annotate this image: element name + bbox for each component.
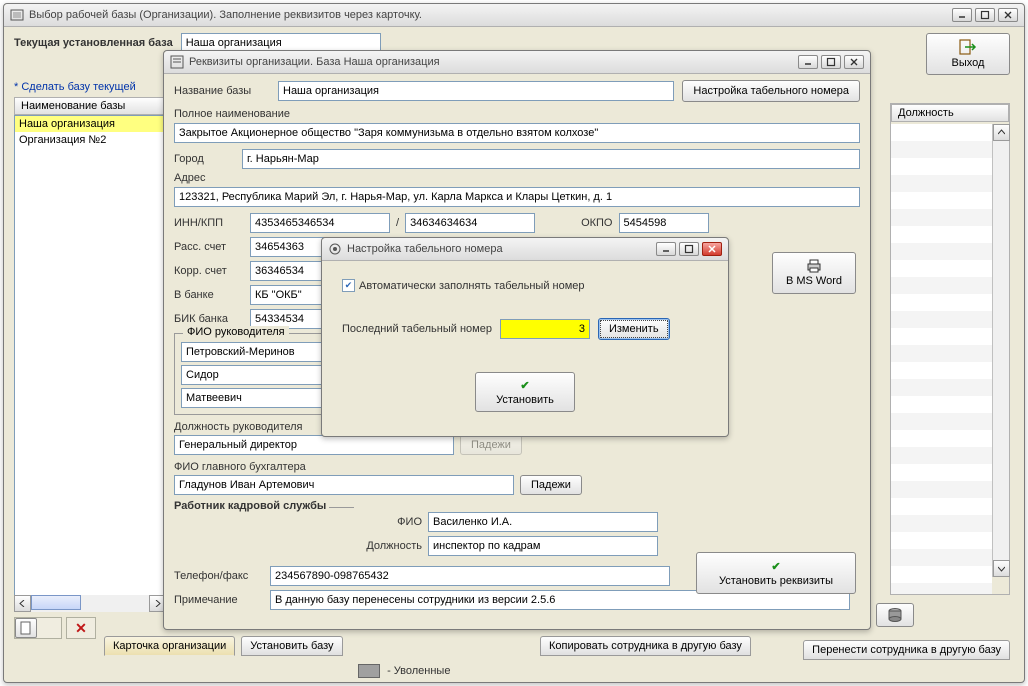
minimize-button[interactable]: [952, 8, 972, 22]
current-base-label: Текущая установленная база: [14, 37, 173, 49]
hr-fio-field[interactable]: Василенко И.А.: [428, 512, 658, 532]
close-button[interactable]: [702, 242, 722, 256]
hr-legend: Работник кадровой службы: [174, 500, 329, 512]
list-item[interactable]: Организация №2: [15, 132, 163, 148]
check-icon: ✔: [771, 560, 780, 573]
hr-pos-field[interactable]: инспектор по кадрам: [428, 536, 658, 556]
rs-label: Расс. счет: [174, 241, 244, 253]
base-name-label: Название базы: [174, 85, 270, 97]
head-position-field[interactable]: Генеральный директор: [174, 435, 454, 455]
padezhi-button-1[interactable]: Падежи: [460, 435, 522, 455]
scroll-down-button[interactable]: [993, 560, 1010, 577]
tabnum-settings-button[interactable]: Настройка табельного номера: [682, 80, 860, 102]
address-field[interactable]: 123321, Республика Марий Эл, г. Нарья-Ма…: [174, 187, 860, 207]
head-name-field[interactable]: Сидор: [181, 365, 331, 385]
phone-label: Телефон/факс: [174, 570, 264, 582]
scroll-left-button[interactable]: [14, 595, 31, 612]
last-tabnum-field[interactable]: 3: [500, 319, 590, 339]
check-icon: ✔: [520, 379, 529, 392]
new-button[interactable]: [15, 618, 37, 638]
full-name-label: Полное наименование: [174, 108, 860, 120]
close-button[interactable]: [844, 55, 864, 69]
msword-label: В MS Word: [786, 275, 842, 287]
change-button[interactable]: Изменить: [598, 318, 670, 340]
settings-icon: [328, 242, 342, 256]
rs-field[interactable]: 34654363: [250, 237, 330, 257]
city-label: Город: [174, 153, 234, 165]
hr-fio-label: ФИО: [350, 516, 422, 528]
grid-body[interactable]: [891, 124, 992, 594]
list-item[interactable]: Наша организация: [15, 116, 163, 132]
app-icon: [10, 8, 24, 22]
note-label: Примечание: [174, 594, 264, 606]
bank-label: В банке: [174, 289, 244, 301]
tabnum-dialog: Настройка табельного номера Автоматическ…: [321, 237, 729, 437]
chief-acc-field[interactable]: Гладунов Иван Артемович: [174, 475, 514, 495]
city-field[interactable]: г. Нарьян-Мар: [242, 149, 860, 169]
scroll-up-button[interactable]: [993, 124, 1010, 141]
main-title: Выбор рабочей базы (Организации). Заполн…: [29, 9, 952, 21]
auto-fill-checkbox[interactable]: Автоматически заполнять табельный номер: [342, 279, 708, 292]
last-tabnum-label: Последний табельный номер: [342, 323, 492, 335]
okpo-field[interactable]: 5454598: [619, 213, 709, 233]
address-label: Адрес: [174, 172, 860, 184]
close-button[interactable]: [998, 8, 1018, 22]
inn-field[interactable]: 4353465346534: [250, 213, 390, 233]
minimize-button[interactable]: [798, 55, 818, 69]
maximize-button[interactable]: [679, 242, 699, 256]
tab-copy-employee[interactable]: Копировать сотрудника в другую базу: [540, 636, 751, 656]
tabnum-titlebar: Настройка табельного номера: [322, 238, 728, 261]
chief-acc-label: ФИО главного бухгалтера: [174, 461, 860, 473]
hr-pos-label: Должность: [350, 540, 422, 552]
org-title: Реквизиты организации. База Наша организ…: [189, 56, 798, 68]
dismissed-legend: - Уволенные: [354, 664, 450, 678]
printer-icon: [806, 259, 822, 273]
delete-button[interactable]: ✕: [66, 617, 96, 639]
main-titlebar: Выбор рабочей базы (Организации). Заполн…: [4, 4, 1024, 27]
tab-move-employee[interactable]: Перенести сотрудника в другую базу: [803, 640, 1010, 660]
page-icon: [20, 621, 32, 635]
exit-label: Выход: [952, 57, 985, 69]
list-header-name[interactable]: Наименование базы: [14, 97, 164, 115]
minimize-button[interactable]: [656, 242, 676, 256]
grid-header-position[interactable]: Должность: [891, 104, 1009, 122]
fio-head-legend: ФИО руководителя: [183, 326, 289, 338]
tab-org-card[interactable]: Карточка организации: [104, 636, 235, 656]
kpp-field[interactable]: 34634634634: [405, 213, 535, 233]
db-icon-button[interactable]: [876, 603, 914, 627]
okpo-label: ОКПО: [581, 217, 612, 229]
ks-label: Корр. счет: [174, 265, 244, 277]
tab-set-base[interactable]: Установить базу: [241, 636, 342, 656]
form-icon: [170, 55, 184, 69]
checkbox-icon: [342, 279, 355, 292]
msword-button[interactable]: В MS Word: [772, 252, 856, 294]
tabnum-title: Настройка табельного номера: [347, 243, 656, 255]
gray-swatch: [358, 664, 380, 678]
scroll-thumb[interactable]: [31, 595, 81, 610]
exit-icon: [959, 39, 977, 55]
make-current-link[interactable]: * Сделать базу текущей: [14, 81, 136, 93]
base-name-field[interactable]: Наша организация: [278, 81, 674, 101]
full-name-field[interactable]: Закрытое Акционерное общество "Заря комм…: [174, 123, 860, 143]
head-surname-field[interactable]: Петровский-Меринов: [181, 342, 331, 362]
set-details-button[interactable]: ✔ Установить реквизиты: [696, 552, 856, 594]
maximize-button[interactable]: [975, 8, 995, 22]
bik-label: БИК банка: [174, 313, 244, 325]
ks-field[interactable]: 36346534: [250, 261, 330, 281]
org-titlebar: Реквизиты организации. База Наша организ…: [164, 51, 870, 74]
inn-kpp-label: ИНН/КПП: [174, 217, 244, 229]
phone-field[interactable]: 234567890-098765432: [270, 566, 670, 586]
exit-button[interactable]: Выход: [926, 33, 1010, 75]
maximize-button[interactable]: [821, 55, 841, 69]
cross-icon: ✕: [75, 620, 87, 637]
padezhi-button-2[interactable]: Падежи: [520, 475, 582, 495]
bank-field[interactable]: КБ "ОКБ": [250, 285, 330, 305]
head-patronymic-field[interactable]: Матвеевич: [181, 388, 331, 408]
install-button[interactable]: ✔ Установить: [475, 372, 575, 412]
database-icon: [887, 607, 903, 623]
